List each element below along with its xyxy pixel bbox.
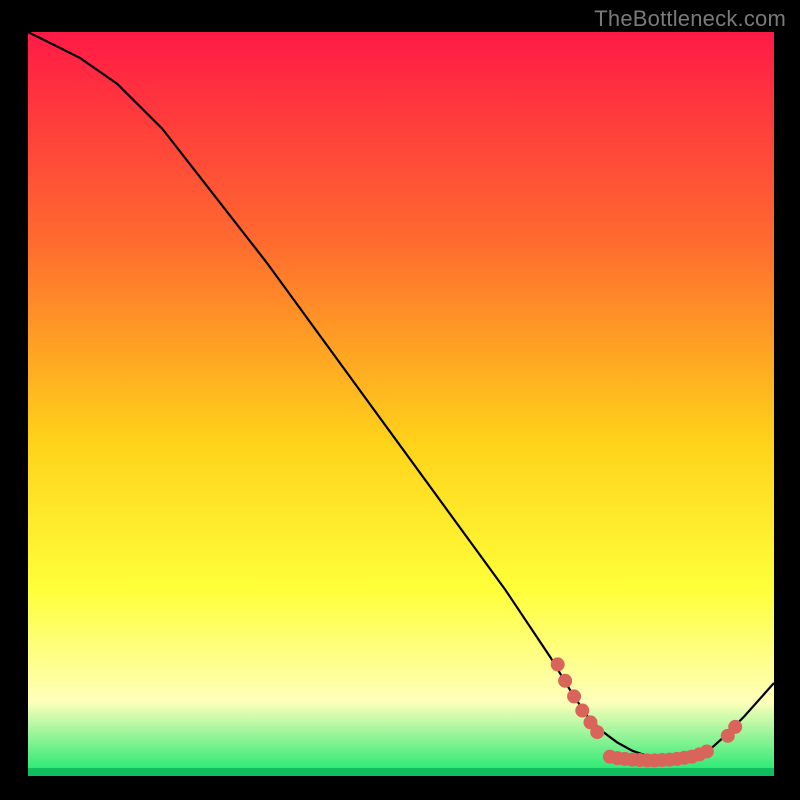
data-marker xyxy=(558,674,572,688)
data-marker xyxy=(700,744,714,758)
chart-frame: TheBottleneck.com xyxy=(0,0,800,800)
plot-area xyxy=(28,32,774,776)
data-marker xyxy=(590,725,604,739)
chart-svg xyxy=(28,32,774,776)
data-marker xyxy=(551,657,565,671)
watermark-text: TheBottleneck.com xyxy=(594,6,786,32)
gradient-background xyxy=(28,32,774,776)
data-marker xyxy=(567,689,581,703)
bottom-green-bar xyxy=(28,768,774,776)
data-marker xyxy=(728,720,742,734)
data-marker xyxy=(575,704,589,718)
